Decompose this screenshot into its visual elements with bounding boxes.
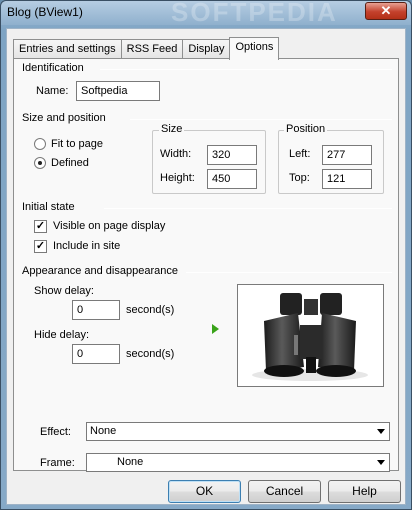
show-delay-field[interactable]: 0 — [72, 300, 120, 320]
help-button[interactable]: Help — [328, 480, 401, 503]
cancel-button[interactable]: Cancel — [248, 480, 321, 503]
left-field[interactable]: 277 — [322, 145, 372, 165]
divider — [130, 119, 392, 120]
tab-rss-feed[interactable]: RSS Feed — [120, 39, 184, 59]
options-panel: Identification Name: Softpedia Size and … — [13, 58, 399, 472]
close-button[interactable]: ✕ — [365, 2, 407, 20]
defined-label: Defined — [51, 157, 89, 169]
name-label: Name: — [36, 85, 69, 97]
width-label: Width: — [160, 148, 192, 160]
dialog-body: Entries and settings RSS Feed Display Op… — [6, 28, 406, 505]
watermark-text: SOFTPEDIA — [171, 0, 338, 27]
defined-radio[interactable] — [34, 157, 46, 169]
visible-on-page-label: Visible on page display — [53, 220, 166, 232]
tab-display[interactable]: Display — [182, 39, 231, 59]
tab-entries-and-settings[interactable]: Entries and settings — [13, 39, 122, 59]
window-title: Blog (BView1) — [7, 5, 83, 19]
frame-selected-value: None — [117, 456, 144, 468]
effect-label: Effect: — [40, 426, 71, 438]
tab-strip: Entries and settings RSS Feed Display Op… — [13, 37, 280, 60]
hide-delay-label: Hide delay: — [34, 329, 90, 341]
initial-state-heading: Initial state — [22, 201, 75, 213]
size-frame-title: Size — [159, 123, 185, 135]
play-preview-icon[interactable] — [212, 324, 219, 334]
left-label: Left: — [289, 148, 311, 160]
tab-options[interactable]: Options — [229, 37, 280, 60]
identification-heading: Identification — [22, 62, 84, 74]
frame-dropdown[interactable]: None — [86, 453, 390, 472]
show-delay-label: Show delay: — [34, 285, 94, 297]
chevron-down-icon[interactable] — [373, 455, 388, 470]
top-label: Top: — [289, 172, 310, 184]
divider — [104, 208, 392, 209]
size-position-heading: Size and position — [22, 112, 106, 124]
effect-dropdown[interactable]: None — [86, 422, 390, 441]
name-field[interactable]: Softpedia — [76, 81, 160, 101]
divider — [100, 69, 392, 70]
ok-button[interactable]: OK — [168, 480, 241, 503]
close-icon: ✕ — [380, 3, 392, 18]
visible-on-page-checkbox[interactable]: ✓ — [34, 220, 47, 233]
include-in-site-label: Include in site — [53, 240, 121, 252]
hide-delay-field[interactable]: 0 — [72, 344, 120, 364]
height-field[interactable]: 450 — [207, 169, 257, 189]
chevron-down-icon[interactable] — [373, 424, 388, 439]
frame-label: Frame: — [40, 457, 75, 469]
fit-to-page-label: Fit to page — [51, 138, 103, 150]
divider — [186, 272, 392, 273]
width-field[interactable]: 320 — [207, 145, 257, 165]
top-field[interactable]: 121 — [322, 169, 372, 189]
position-frame-title: Position — [284, 123, 328, 135]
appearance-heading: Appearance and disappearance — [22, 265, 178, 277]
binoculars-icon — [252, 293, 368, 381]
hide-delay-unit: second(s) — [126, 348, 175, 360]
dialog-window: Blog (BView1) SOFTPEDIA ✕ Entries and se… — [0, 0, 412, 510]
include-in-site-checkbox[interactable]: ✓ — [34, 240, 47, 253]
fit-to-page-radio[interactable] — [34, 138, 46, 150]
effect-selected-value: None — [90, 425, 117, 437]
effect-preview-image — [237, 284, 384, 387]
show-delay-unit: second(s) — [126, 304, 175, 316]
title-bar[interactable]: Blog (BView1) SOFTPEDIA ✕ — [1, 0, 411, 27]
height-label: Height: — [160, 172, 195, 184]
